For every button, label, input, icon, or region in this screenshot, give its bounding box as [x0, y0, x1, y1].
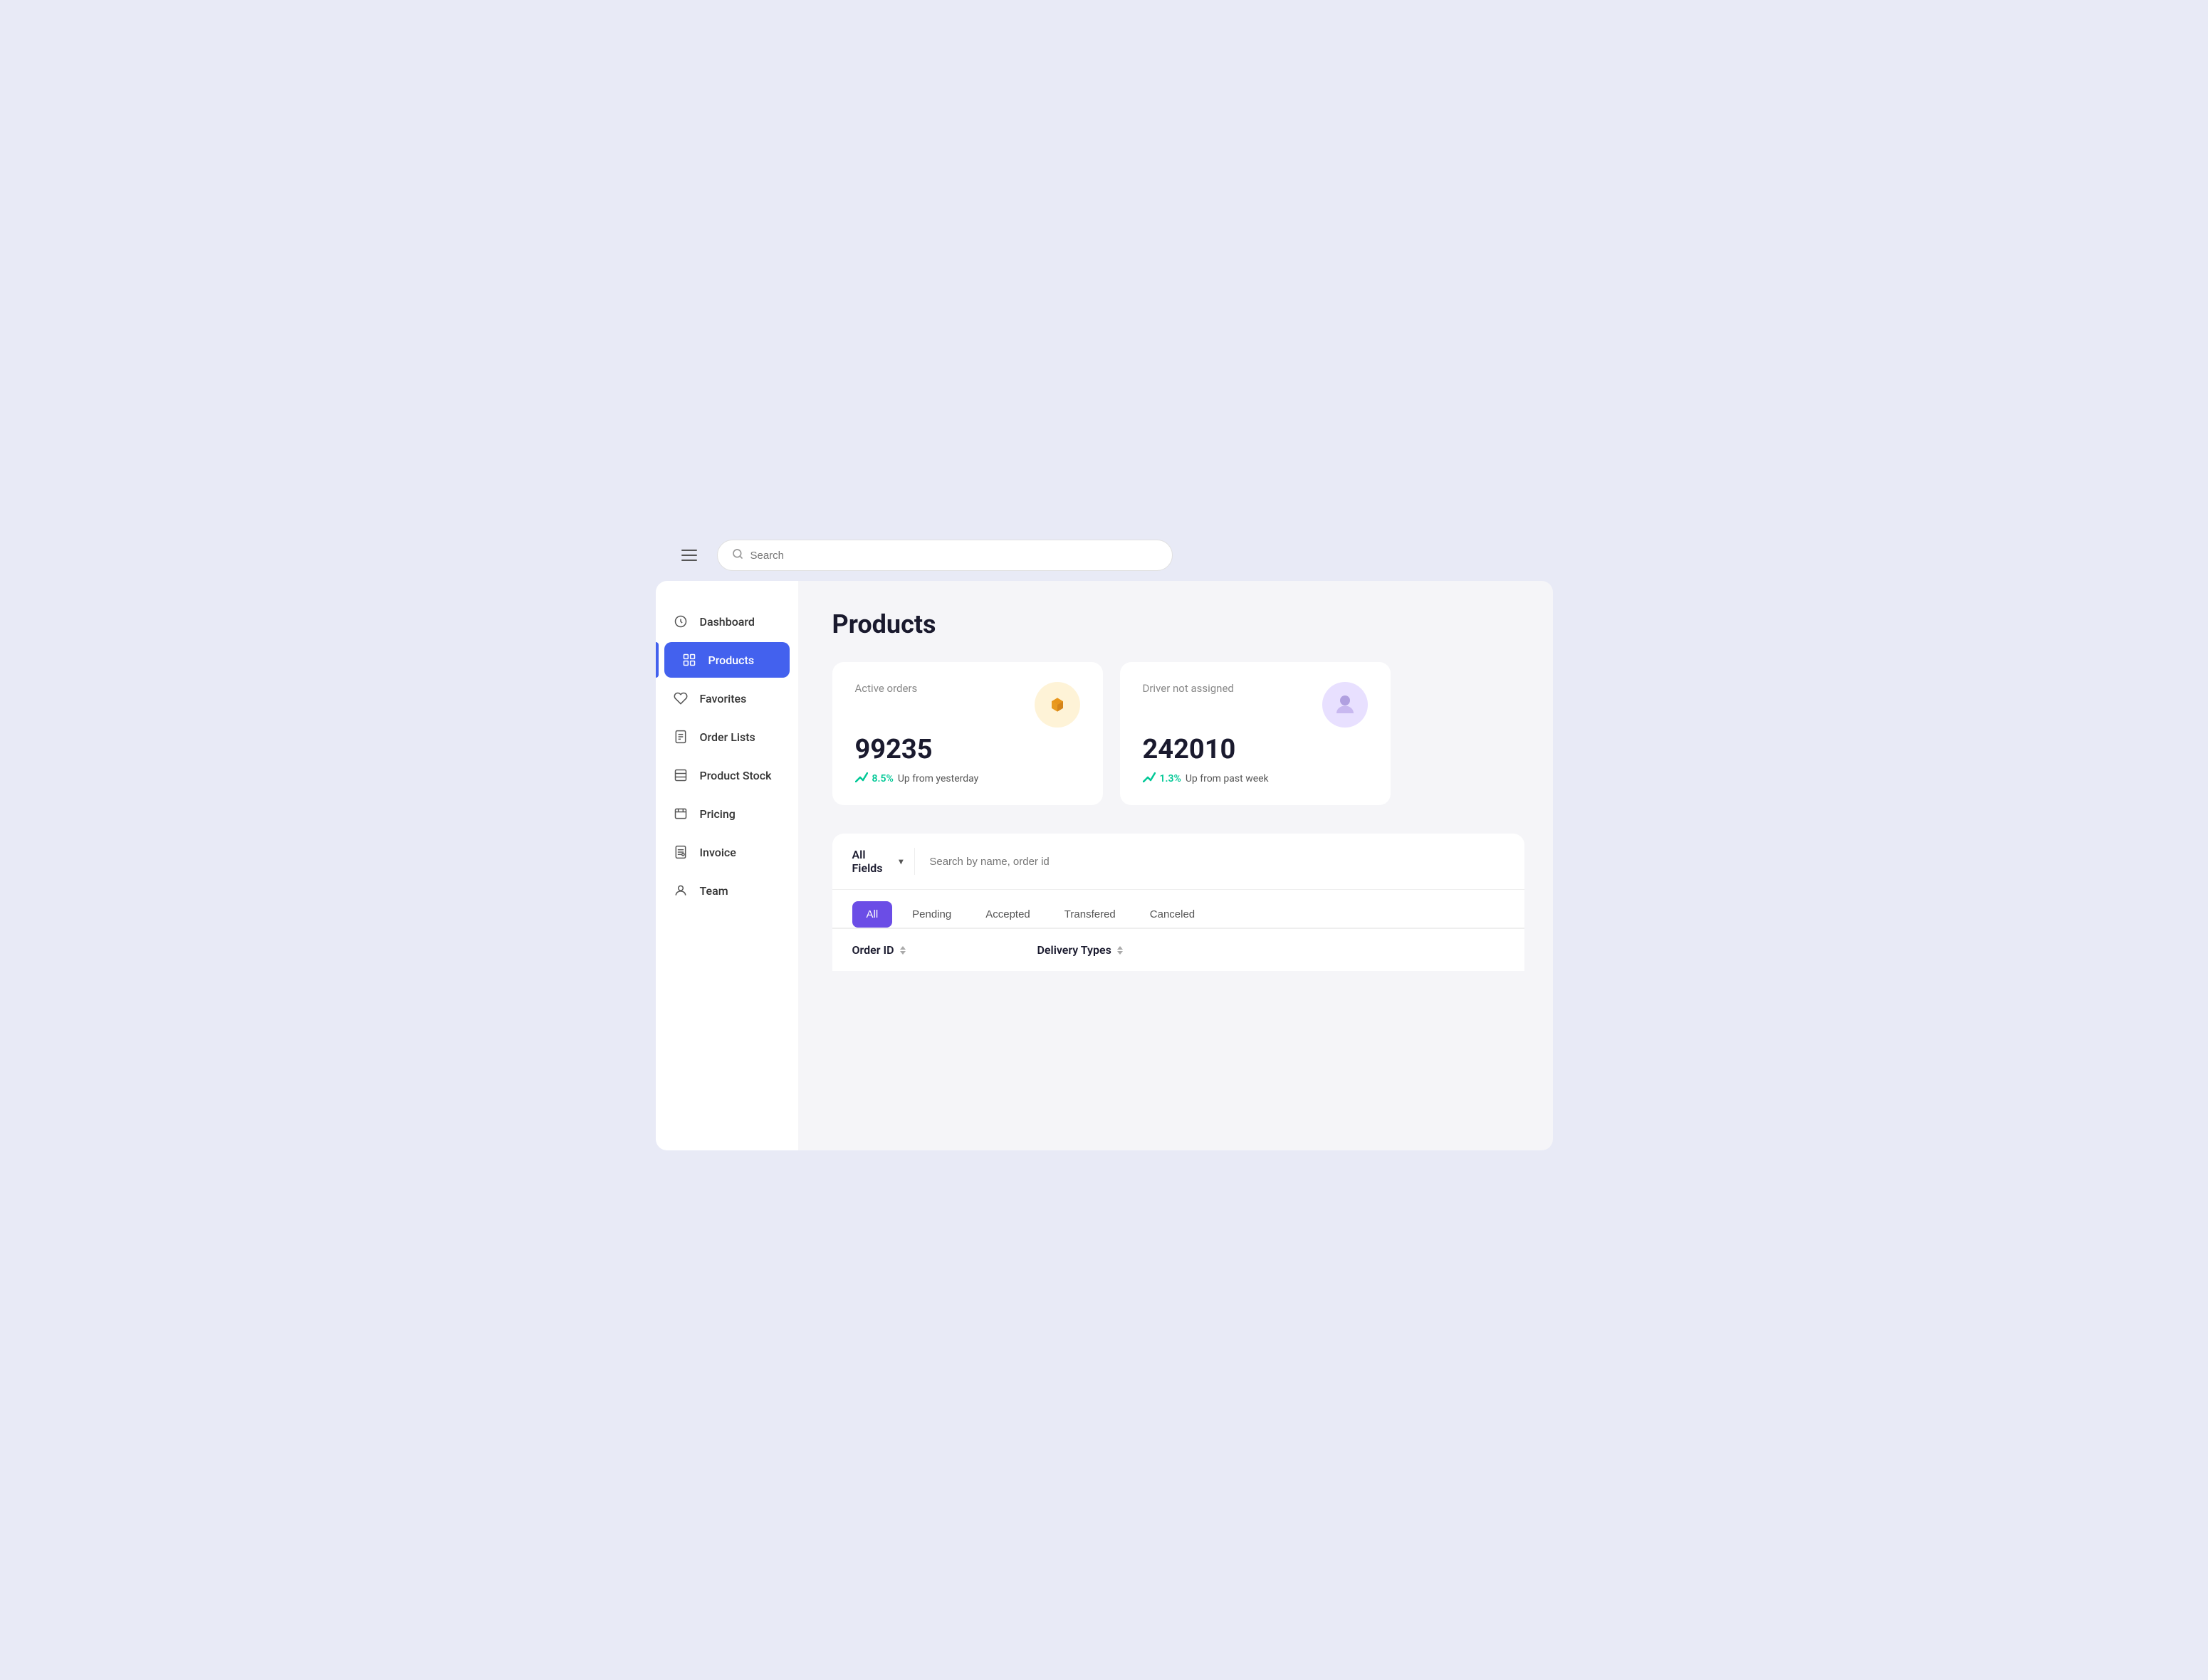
sort-icon-order-id[interactable]: [900, 946, 906, 955]
tab-pending[interactable]: Pending: [898, 901, 966, 928]
trend-up-arrow-driver: [1143, 772, 1156, 785]
dashboard-icon: [673, 614, 689, 629]
tab-accepted[interactable]: Accepted: [971, 901, 1045, 928]
card-label-driver: Driver not assigned: [1143, 682, 1234, 695]
sidebar-label-invoice: Invoice: [700, 846, 736, 859]
tab-all[interactable]: All: [852, 901, 893, 928]
pricing-icon: [673, 806, 689, 821]
products-icon: [681, 652, 697, 668]
active-orders-card: Active orders 99235: [832, 662, 1103, 805]
driver-not-assigned-card: Driver not assigned 242010: [1120, 662, 1391, 805]
card-header-driver: Driver not assigned: [1143, 682, 1368, 728]
trend-up-arrow-active: [855, 772, 868, 785]
filter-section: All Fields ▾: [832, 834, 1524, 890]
sidebar-label-products: Products: [708, 653, 755, 667]
main-layout: Dashboard Products: [656, 581, 1553, 1150]
search-input[interactable]: [750, 550, 1158, 562]
sidebar-item-order-lists[interactable]: Order Lists: [656, 719, 798, 755]
sidebar-item-pricing[interactable]: Pricing: [656, 796, 798, 831]
page-title: Products: [832, 609, 1524, 639]
active-orders-icon-circle: [1035, 682, 1080, 728]
sidebar-item-dashboard[interactable]: Dashboard: [656, 604, 798, 639]
col-header-order-id: Order ID: [852, 943, 1009, 957]
search-filter-row: All Fields ▾: [852, 848, 1505, 875]
sidebar-label-pricing: Pricing: [700, 807, 736, 821]
sidebar-item-invoice[interactable]: Invoice: [656, 834, 798, 870]
main-content: Products Active orders: [798, 581, 1553, 1150]
col-label-delivery-types: Delivery Types: [1037, 943, 1111, 957]
chevron-down-icon: ▾: [899, 856, 903, 866]
trend-pct-driver: 1.3%: [1160, 773, 1181, 784]
tab-transfered[interactable]: Transfered: [1050, 901, 1130, 928]
card-label-active: Active orders: [855, 682, 918, 695]
top-search-bar: [717, 540, 1173, 571]
hamburger-button[interactable]: [679, 547, 700, 564]
sidebar-item-product-stock[interactable]: Product Stock: [656, 757, 798, 793]
tabs-row: All Pending Accepted Transfered Canceled: [832, 890, 1524, 928]
search-icon: [732, 548, 743, 562]
table-header: Order ID Delivery Types: [832, 928, 1524, 971]
cards-row: Active orders 99235: [832, 662, 1524, 805]
favorites-icon: [673, 691, 689, 706]
driver-icon-circle: [1322, 682, 1368, 728]
sidebar: Dashboard Products: [656, 581, 798, 1150]
top-bar: [656, 530, 1553, 581]
card-value-driver: 242010: [1143, 736, 1368, 763]
sidebar-item-team[interactable]: Team: [656, 873, 798, 908]
field-dropdown-label: All Fields: [852, 848, 894, 875]
trend-pct-active: 8.5%: [872, 773, 894, 784]
card-header-active: Active orders: [855, 682, 1080, 728]
sidebar-label-team: Team: [700, 884, 728, 898]
col-header-delivery-types: Delivery Types: [1037, 943, 1223, 957]
trend-text-active: Up from yesterday: [898, 773, 978, 784]
card-trend-driver: 1.3% Up from past week: [1143, 772, 1368, 785]
sidebar-label-dashboard: Dashboard: [700, 615, 755, 629]
tab-canceled[interactable]: Canceled: [1136, 901, 1209, 928]
field-dropdown[interactable]: All Fields ▾: [852, 848, 916, 875]
sort-icon-delivery-types[interactable]: [1117, 946, 1123, 955]
product-stock-icon: [673, 767, 689, 783]
sidebar-item-products[interactable]: Products: [664, 642, 790, 678]
order-lists-icon: [673, 729, 689, 745]
invoice-icon: [673, 844, 689, 860]
trend-text-driver: Up from past week: [1186, 773, 1269, 784]
col-label-order-id: Order ID: [852, 943, 894, 957]
sidebar-label-order-lists: Order Lists: [700, 730, 755, 744]
team-icon: [673, 883, 689, 898]
table-search-input[interactable]: [915, 856, 1504, 868]
app-container: Dashboard Products: [656, 530, 1553, 1150]
sidebar-label-product-stock: Product Stock: [700, 769, 772, 782]
sidebar-label-favorites: Favorites: [700, 692, 747, 705]
card-trend-active: 8.5% Up from yesterday: [855, 772, 1080, 785]
card-value-active: 99235: [855, 736, 1080, 763]
sidebar-item-favorites[interactable]: Favorites: [656, 681, 798, 716]
